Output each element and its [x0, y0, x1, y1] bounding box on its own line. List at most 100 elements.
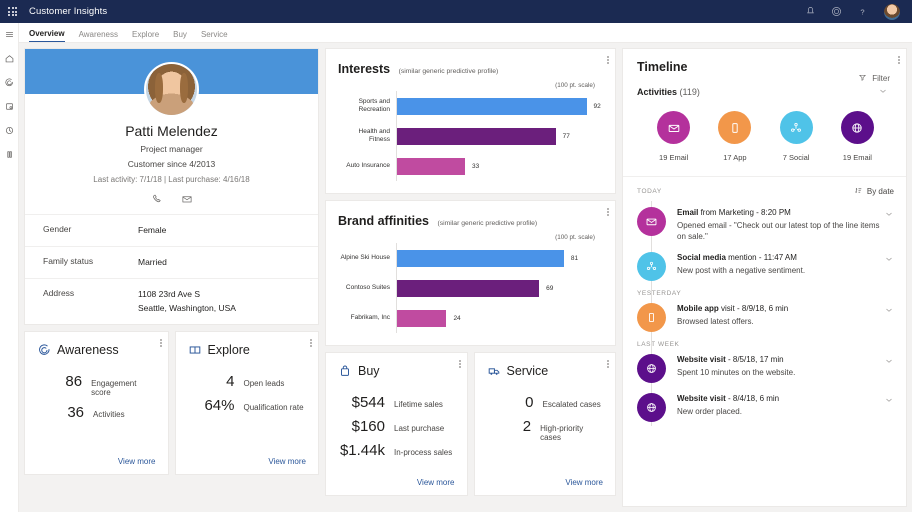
field-key: Address [43, 288, 75, 299]
timeline-item[interactable]: Website visit - 8/5/18, 17 min Spent 10 … [637, 348, 894, 387]
divider [623, 176, 906, 177]
activity-summary-item[interactable]: 7 Social [767, 111, 825, 162]
globe-icon [840, 111, 874, 144]
timeline-item-detail: New post with a negative sentiment. [677, 266, 806, 276]
card-menu-icon[interactable] [458, 359, 461, 369]
tab-buy[interactable]: Buy [173, 30, 187, 42]
kpi-card-buy: Buy $544 Lifetime sales $160 Last purcha… [325, 352, 468, 496]
chevron-down-icon[interactable] [884, 207, 894, 242]
globe-icon [637, 393, 666, 423]
view-more-link[interactable]: View more [487, 478, 603, 487]
kpi-row: 86 Engagement score [37, 373, 156, 397]
kpi-row: 2 High-priority cases [487, 418, 604, 442]
activity-summary-item[interactable]: 19 Email [645, 111, 703, 162]
bar-category: Alpine Ski House [340, 253, 391, 261]
timeline-group-label: YESTERDAY [637, 290, 682, 298]
sort-button[interactable]: By date [854, 186, 894, 197]
timeline-title: Timeline [637, 60, 688, 74]
timeline-item-meta: from Marketing - 8:20 PM [698, 208, 791, 217]
kpi-card-service: Service 0 Escalated cases 2 High-priorit… [473, 352, 616, 496]
activity-summary-circles: 19 Email 17 App 7 Social 19 Email [637, 111, 894, 162]
chart-subtitle: (similar generic predictive profile) [398, 68, 499, 75]
card-menu-icon[interactable] [898, 55, 900, 65]
bar-category: Auto Insurance [346, 161, 390, 169]
bar-2 [397, 157, 465, 175]
bar-row: Contoso Suites 69 [338, 273, 603, 303]
service-truck-icon [487, 364, 501, 378]
kpi-value: 0 [525, 394, 534, 411]
timeline-item-type: Mobile app [677, 304, 719, 314]
gear-icon[interactable] [830, 6, 842, 18]
timeline-item[interactable]: Mobile app visit - 8/9/18, 6 min Browsed… [637, 297, 894, 336]
timeline-item[interactable]: Social media mention - 11:47 AM New post… [637, 246, 894, 285]
kpi-value: $160 [351, 418, 385, 435]
kpi-value: $1.44k [339, 442, 385, 459]
bell-icon[interactable] [804, 6, 816, 18]
social-icon [637, 252, 666, 282]
chevron-down-icon[interactable] [884, 354, 894, 383]
activity-summary-item[interactable]: 19 Email [828, 111, 886, 162]
timeline-item-detail: New order placed. [677, 407, 742, 417]
view-more-link[interactable]: View more [37, 457, 156, 466]
explore-icon[interactable] [3, 100, 16, 113]
tab-bar: Overview Awareness Explore Buy Service [19, 23, 912, 43]
chevron-down-icon[interactable] [884, 252, 894, 281]
tab-service[interactable]: Service [201, 30, 228, 42]
timeline-item[interactable]: Email from Marketing - 8:20 PM Opened em… [637, 201, 894, 246]
card-menu-icon[interactable] [607, 207, 609, 217]
social-icon [779, 111, 813, 144]
view-more-link[interactable]: View more [338, 478, 455, 487]
activity-summary-item[interactable]: 17 App [706, 111, 764, 162]
card-menu-icon[interactable] [607, 359, 609, 369]
envelope-icon [637, 207, 666, 236]
kpi-row: 0 Escalated cases [487, 394, 604, 411]
bar-value: 69 [546, 284, 554, 292]
kpi-label: Open leads [243, 378, 285, 388]
interests-bars: Sports and Recreation 92 Health and Fitn… [326, 89, 615, 193]
kpi-title: Service [506, 364, 549, 378]
bar-1 [397, 127, 556, 145]
timeline-item[interactable]: Website visit - 8/4/18, 6 min New order … [637, 387, 894, 426]
filter-label: Filter [872, 74, 890, 83]
bar-1 [397, 279, 540, 297]
filter-button[interactable]: Filter [858, 73, 890, 84]
awareness-icon[interactable] [3, 76, 16, 89]
card-menu-icon[interactable] [310, 338, 312, 348]
globe-icon [637, 354, 666, 384]
chart-title: Interests [338, 62, 391, 76]
kpi-card-awareness: Awareness 86 Engagement score 36 Activit… [24, 330, 169, 475]
card-menu-icon[interactable] [607, 55, 609, 65]
phone-icon[interactable] [151, 192, 163, 204]
kpi-label: Qualification rate [243, 402, 304, 412]
kpi-row: $1.44k In-process sales [338, 442, 455, 459]
view-more-link[interactable]: View more [188, 457, 306, 466]
chevron-down-icon[interactable] [884, 393, 894, 422]
user-avatar[interactable] [884, 3, 900, 20]
home-icon[interactable] [3, 52, 16, 65]
service-icon[interactable] [3, 148, 16, 161]
chevron-down-icon[interactable] [884, 303, 894, 332]
tab-awareness[interactable]: Awareness [79, 30, 118, 42]
bar-0 [397, 249, 564, 267]
timeline-group-label: TODAY [637, 188, 662, 195]
hamburger-menu-icon[interactable] [3, 28, 16, 41]
field-value: Female [138, 225, 167, 235]
kpi-card-explore: Explore 4 Open leads 64% Qualification r… [174, 330, 319, 475]
awareness-target-icon [37, 343, 51, 357]
profile-field-row: Gender Female [25, 214, 318, 246]
field-key: Family status [43, 256, 94, 267]
buy-icon[interactable] [3, 124, 16, 137]
help-icon[interactable]: ? [856, 6, 868, 18]
tab-overview[interactable]: Overview [29, 29, 65, 42]
activity-summary-label: 7 Social [782, 153, 810, 162]
envelope-icon[interactable] [181, 192, 193, 204]
kpi-title: Awareness [57, 342, 119, 357]
kpi-row: 64% Qualification rate [188, 397, 307, 414]
tab-explore[interactable]: Explore [132, 30, 159, 42]
card-menu-icon[interactable] [159, 338, 162, 348]
app-launcher-icon[interactable] [8, 7, 17, 16]
kpi-row: $544 Lifetime sales [338, 394, 455, 411]
bar-category: Health and Fitness [358, 127, 390, 143]
chevron-down-icon[interactable] [878, 86, 888, 98]
bar-category: Fabrikam, Inc [350, 313, 390, 321]
